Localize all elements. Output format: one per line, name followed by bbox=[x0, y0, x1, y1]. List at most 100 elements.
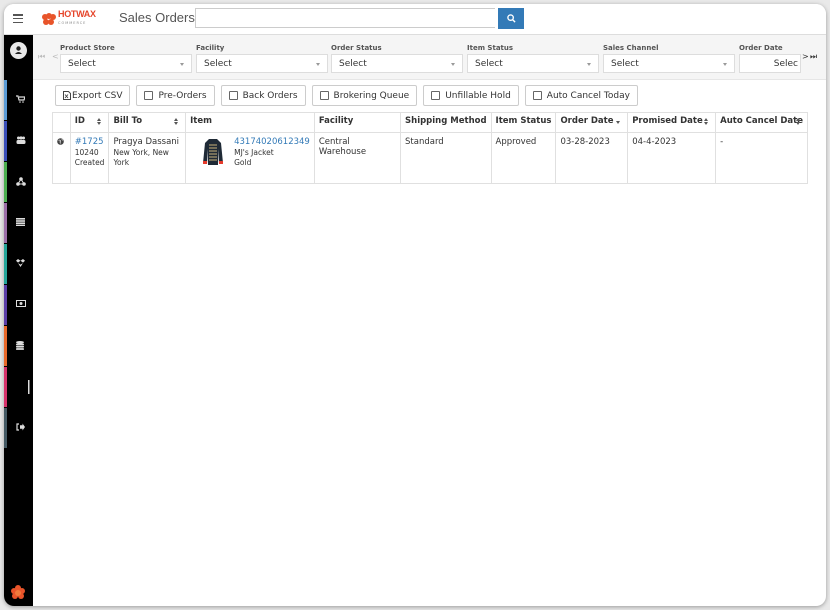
sort-icon bbox=[796, 118, 801, 125]
header: HOTWAX COMMERCE Sales Orders bbox=[4, 4, 826, 35]
sidebar-item-payments[interactable] bbox=[4, 285, 33, 325]
sort-icon bbox=[97, 118, 102, 125]
col-order-date[interactable]: Order Date bbox=[555, 112, 629, 133]
sidebar-item-customers[interactable] bbox=[4, 121, 33, 161]
col-label: Auto Cancel Date bbox=[720, 116, 803, 126]
hamburger-menu-icon[interactable] bbox=[13, 14, 23, 24]
select-value: Select bbox=[475, 59, 503, 69]
cart-icon bbox=[16, 95, 25, 103]
prev-page-icon[interactable]: < bbox=[52, 52, 59, 61]
search-icon bbox=[506, 14, 516, 23]
facility-cell: Central Warehouse bbox=[313, 132, 402, 184]
col-label: Item bbox=[190, 116, 212, 126]
next-page-icon[interactable]: > bbox=[802, 52, 809, 61]
sidebar-item-catalog[interactable] bbox=[4, 203, 33, 243]
select-value: Select bbox=[204, 59, 232, 69]
back-orders-checkbox[interactable]: Back Orders bbox=[220, 85, 306, 106]
caret-down-icon bbox=[451, 63, 455, 66]
user-avatar[interactable] bbox=[10, 42, 27, 59]
auto-cancel-date-cell: - bbox=[715, 132, 808, 184]
order-status: Created bbox=[74, 158, 105, 167]
search-button[interactable] bbox=[498, 8, 524, 29]
select-value: Selec bbox=[773, 59, 798, 69]
shipping-method-cell: Standard bbox=[400, 132, 492, 184]
col-expand bbox=[52, 112, 71, 133]
filter-label: Order Date bbox=[739, 44, 783, 52]
product-thumbnail[interactable] bbox=[202, 137, 224, 167]
unfillable-hold-checkbox[interactable]: Unfillable Hold bbox=[423, 85, 519, 106]
sidebar-item-reports[interactable] bbox=[4, 367, 33, 407]
item-cell: 43174020612349 MJ's Jacket Gold bbox=[185, 132, 315, 184]
order-date-cell: 03-28-2023 bbox=[555, 132, 629, 184]
col-label: ID bbox=[74, 116, 85, 126]
search-input[interactable] bbox=[195, 8, 495, 28]
sidebar-item-logout[interactable] bbox=[4, 408, 33, 448]
checkbox-label: Back Orders bbox=[242, 90, 298, 101]
order-date-select[interactable]: Selec bbox=[739, 54, 801, 73]
sort-desc-icon bbox=[616, 121, 621, 124]
brokering-queue-checkbox[interactable]: Brokering Queue bbox=[311, 85, 418, 106]
order-id-link[interactable]: #1725 bbox=[75, 137, 105, 148]
select-value: Select bbox=[339, 59, 367, 69]
checkbox-icon bbox=[532, 91, 542, 100]
sidebar-item-returns[interactable] bbox=[4, 244, 33, 284]
filter-label: Sales Channel bbox=[603, 44, 659, 52]
globe-icon bbox=[57, 138, 64, 145]
filter-order-date: Order Date Selec bbox=[739, 44, 801, 73]
sidebar-item-database[interactable] bbox=[4, 326, 33, 366]
caret-down-icon bbox=[723, 63, 727, 66]
col-auto-cancel-date[interactable]: Auto Cancel Date bbox=[715, 112, 808, 133]
app-window: HOTWAX COMMERCE Sales Orders ⏮ < Product… bbox=[4, 4, 826, 606]
export-csv-button[interactable]: Export CSV bbox=[55, 85, 131, 106]
product-store-select[interactable]: Select bbox=[60, 54, 192, 73]
sort-icon bbox=[174, 118, 179, 125]
filter-label: Product Store bbox=[60, 44, 115, 52]
user-icon bbox=[15, 46, 22, 54]
sidebar-item-facilities[interactable] bbox=[4, 162, 33, 202]
toolbar: Export CSV Pre-Orders Back Orders Broker… bbox=[55, 85, 644, 106]
expand-cell[interactable] bbox=[52, 132, 71, 184]
sales-channel-select[interactable]: Select bbox=[603, 54, 735, 73]
col-label: Order Date bbox=[560, 116, 614, 126]
facility-select[interactable]: Select bbox=[196, 54, 328, 73]
money-icon bbox=[16, 300, 26, 307]
item-status-cell: Approved bbox=[490, 132, 557, 184]
sort-icon bbox=[704, 118, 709, 125]
checkbox-label: Auto Cancel Today bbox=[546, 90, 630, 101]
sidebar-item-orders[interactable] bbox=[4, 80, 33, 120]
order-status-select[interactable]: Select bbox=[331, 54, 463, 73]
auto-cancel-today-checkbox[interactable]: Auto Cancel Today bbox=[524, 85, 638, 106]
checkbox-label: Brokering Queue bbox=[333, 90, 410, 101]
caret-down-icon bbox=[316, 63, 320, 66]
pre-orders-checkbox[interactable]: Pre-Orders bbox=[136, 85, 215, 106]
filter-order-status: Order Status Select bbox=[331, 44, 463, 73]
col-label: Bill To bbox=[113, 116, 143, 126]
item-status-select[interactable]: Select bbox=[467, 54, 599, 73]
table-header-row: ID Bill To Item Facility Shipping Method… bbox=[52, 112, 808, 133]
network-icon bbox=[16, 177, 26, 186]
export-csv-label: Export CSV bbox=[72, 90, 123, 101]
select-value: Select bbox=[68, 59, 96, 69]
col-id[interactable]: ID bbox=[69, 112, 110, 133]
filter-product-store: Product Store Select bbox=[60, 44, 192, 73]
database-icon bbox=[16, 341, 24, 350]
signout-icon bbox=[16, 423, 25, 431]
customer-name: Pragya Dassani bbox=[113, 137, 180, 147]
hotwax-footer-logo-icon bbox=[11, 585, 25, 599]
logo[interactable]: HOTWAX COMMERCE bbox=[42, 10, 96, 27]
filter-label: Facility bbox=[196, 44, 225, 52]
last-page-icon[interactable]: ⏭ bbox=[810, 52, 817, 62]
orders-table: ID Bill To Item Facility Shipping Method… bbox=[52, 112, 808, 184]
bill-to-cell: Pragya Dassani New York, New York bbox=[108, 132, 187, 184]
col-promised-date[interactable]: Promised Date bbox=[627, 112, 717, 133]
item-sku-link[interactable]: 43174020612349 bbox=[234, 137, 310, 148]
col-item: Item bbox=[185, 112, 315, 133]
list-icon bbox=[16, 218, 25, 226]
bar-icon bbox=[28, 380, 30, 394]
col-bill-to[interactable]: Bill To bbox=[108, 112, 187, 133]
page-title: Sales Orders bbox=[119, 10, 195, 25]
sidebar bbox=[4, 35, 33, 606]
first-page-icon[interactable]: ⏮ bbox=[38, 52, 45, 62]
select-value: Select bbox=[611, 59, 639, 69]
checkbox-icon bbox=[228, 91, 238, 100]
